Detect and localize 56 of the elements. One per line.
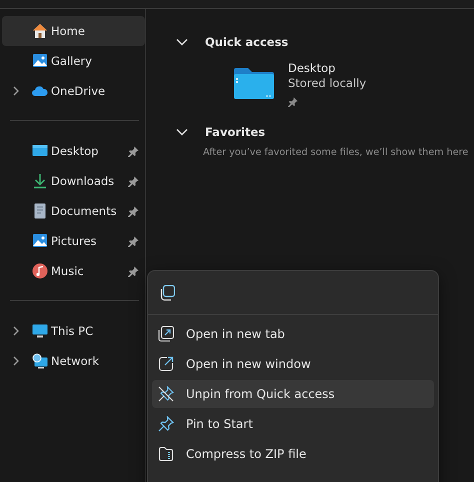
menu-item[interactable]: Unpin from Quick access [152, 380, 434, 408]
computer-icon [32, 323, 48, 339]
nav-label: OneDrive [51, 84, 106, 98]
section-title: Quick access [205, 35, 288, 49]
nav-item[interactable]: OneDrive [2, 76, 145, 106]
menu-item[interactable]: Compress to ZIP file [152, 440, 434, 468]
external-window-icon [158, 356, 174, 372]
menu-item[interactable]: Pin to Start [152, 410, 434, 438]
nav-label: Gallery [51, 54, 93, 68]
empty-message: After you’ve favorited some files, we’ll show them here [203, 147, 470, 158]
unpin-icon [158, 386, 174, 402]
menu-item[interactable]: Open in new tab [152, 320, 434, 348]
chevron-down-icon[interactable] [176, 38, 188, 46]
pin-icon [158, 416, 174, 432]
nav-item[interactable]: Music [2, 256, 145, 286]
nav-item[interactable]: Network [2, 346, 145, 376]
chevron-right-icon[interactable] [12, 326, 20, 336]
nav-item[interactable]: Desktop [2, 136, 145, 166]
monitor-icon [32, 143, 48, 159]
nav-label: Desktop [51, 144, 100, 158]
chevron-right-icon[interactable] [12, 86, 20, 96]
document-icon [32, 203, 48, 219]
nav-item[interactable]: Gallery [2, 46, 145, 76]
download-icon [32, 173, 48, 189]
chevron-down-icon[interactable] [176, 128, 188, 136]
nav-item[interactable]: This PC [2, 316, 145, 346]
nav-label: Documents [51, 204, 118, 218]
zip-folder-icon [158, 446, 174, 462]
pin-icon[interactable] [128, 236, 139, 246]
copy-icon[interactable] [159, 284, 175, 300]
pin-icon[interactable] [128, 266, 139, 276]
menu-item[interactable]: Open in new window [152, 350, 434, 378]
tile-name[interactable]: Desktop [288, 61, 366, 75]
nav-label: Downloads [51, 174, 116, 188]
tile-detail: Stored locally [288, 76, 366, 90]
section-title: Favorites [205, 125, 266, 139]
nav-item[interactable]: Documents [2, 196, 145, 226]
picture-icon [32, 233, 48, 249]
nav-label: Network [51, 354, 100, 368]
pin-icon[interactable] [128, 206, 139, 216]
nav-item[interactable]: Downloads [2, 166, 145, 196]
pin-icon[interactable] [128, 176, 139, 186]
new-tab-icon [158, 326, 174, 342]
picture-icon [32, 53, 48, 69]
chevron-right-icon[interactable] [12, 356, 20, 366]
nav-label: Home [51, 24, 86, 38]
nav-label: Pictures [51, 234, 98, 248]
house-icon [32, 23, 48, 39]
network-icon [32, 353, 48, 369]
nav-item[interactable]: Pictures [2, 226, 145, 256]
nav-item[interactable]: Home [2, 16, 145, 46]
nav-label: This PC [51, 324, 94, 338]
nav-label: Music [51, 264, 85, 278]
folder-icon[interactable] [233, 67, 275, 100]
pin-icon[interactable] [128, 146, 139, 156]
music-note-icon [32, 263, 48, 279]
